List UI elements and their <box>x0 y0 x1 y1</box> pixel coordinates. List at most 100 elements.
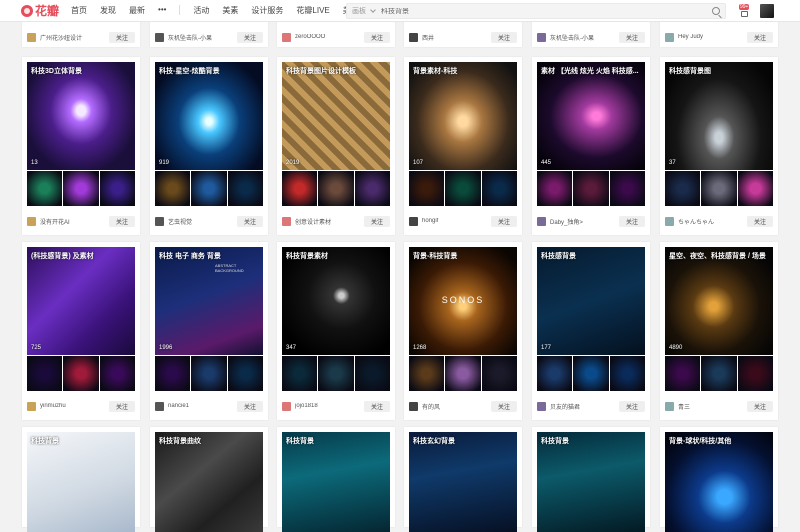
follow-button[interactable]: 关注 <box>619 215 645 227</box>
user-name[interactable]: 没有开花AI <box>40 217 109 226</box>
follow-button[interactable]: 关注 <box>109 215 135 227</box>
board-cover-image[interactable]: 星空、夜空、科技感背景 / 场景 4890 <box>665 247 773 355</box>
follow-button[interactable]: 关注 <box>237 31 263 43</box>
thumbnail[interactable] <box>155 356 191 391</box>
board-card[interactable]: 背景-科技背景 1268 SONOS 有的风 关注 <box>404 242 522 420</box>
follow-button[interactable]: 关注 <box>109 400 135 412</box>
thumbnail[interactable] <box>737 171 773 206</box>
avatar[interactable] <box>537 401 546 411</box>
search-icon[interactable] <box>712 7 720 15</box>
board-card[interactable]: zeroOOOO 关注 <box>277 20 395 47</box>
thumbnail[interactable] <box>537 171 573 206</box>
thumbnail[interactable] <box>445 356 481 391</box>
thumbnail[interactable] <box>609 356 645 391</box>
board-card[interactable]: (科技感背景) 及素材 725 yinmuzhu 关注 <box>22 242 140 420</box>
user-name[interactable]: 青三 <box>678 402 747 411</box>
user-name[interactable]: 创意设计素材 <box>295 217 364 226</box>
follow-button[interactable]: 关注 <box>364 215 390 227</box>
board-cover-image[interactable]: 科技感背景图 37 <box>665 62 773 170</box>
thumbnail[interactable] <box>191 356 227 391</box>
avatar[interactable] <box>665 32 674 42</box>
thumbnail[interactable] <box>701 171 737 206</box>
board-card[interactable]: 科技感背景图 37 ちゃんちゃん 关注 <box>660 57 778 235</box>
board-card[interactable]: 科技 电子 商务 背景 1996 ABSTRACT BACKGROUND nancie… <box>150 242 268 420</box>
thumbnail[interactable] <box>191 171 227 206</box>
follow-button[interactable]: 关注 <box>237 400 263 412</box>
board-card[interactable]: 科技背景图片设计模板 2019 创意设计素材 关注 <box>277 57 395 235</box>
nav-activities[interactable]: 活动 <box>193 5 209 16</box>
thumbnail[interactable] <box>27 171 63 206</box>
thumbnail[interactable] <box>155 171 191 206</box>
nav-meisu[interactable]: 美素 <box>222 5 238 16</box>
board-card[interactable]: 科技3D立体背景 13 没有开花AI 关注 <box>22 57 140 235</box>
follow-button[interactable]: 关注 <box>109 31 135 43</box>
user-name[interactable]: 灰机坠击队-小果 <box>168 33 237 42</box>
board-cover-image[interactable]: 背景-科技背景 1268 SONOS <box>409 247 517 355</box>
user-name[interactable]: ちゃんちゃん <box>678 217 747 226</box>
thumbnail[interactable] <box>63 356 99 391</box>
avatar[interactable] <box>409 32 418 42</box>
user-name[interactable]: 西井 <box>422 33 491 42</box>
avatar[interactable] <box>665 401 674 411</box>
avatar[interactable] <box>155 401 164 411</box>
thumbnail[interactable] <box>318 171 354 206</box>
avatar[interactable] <box>537 32 546 42</box>
nav-design-service[interactable]: 设计服务 <box>251 5 283 16</box>
board-cover-image[interactable]: 科技背景 <box>282 432 390 532</box>
search-input[interactable] <box>381 7 681 15</box>
avatar[interactable] <box>155 32 164 42</box>
thumbnail[interactable] <box>282 356 318 391</box>
follow-button[interactable]: 关注 <box>491 400 517 412</box>
follow-button[interactable]: 关注 <box>619 400 645 412</box>
follow-button[interactable]: 关注 <box>747 31 773 43</box>
nav-live[interactable]: 花瓣LIVE <box>296 5 329 16</box>
board-card[interactable]: 灰机坠击队-小果 关注 <box>150 20 268 47</box>
board-cover-image[interactable]: 科技3D立体背景 13 <box>27 62 135 170</box>
thumbnail[interactable] <box>227 356 263 391</box>
chevron-down-icon[interactable] <box>370 6 376 13</box>
follow-button[interactable]: 关注 <box>619 31 645 43</box>
thumbnail[interactable] <box>573 356 609 391</box>
nav-latest[interactable]: 最新 <box>129 5 145 16</box>
follow-button[interactable]: 关注 <box>747 400 773 412</box>
board-card[interactable]: 科技背景素材 347 jojo1818 关注 <box>277 242 395 420</box>
user-name[interactable]: 贝友的猫君 <box>550 402 619 411</box>
follow-button[interactable]: 关注 <box>364 31 390 43</box>
avatar[interactable] <box>665 216 674 226</box>
avatar[interactable] <box>155 216 164 226</box>
board-card[interactable]: 背景素材-科技 107 hongif 关注 <box>404 57 522 235</box>
board-card[interactable]: 科技背景 <box>532 427 650 532</box>
board-card[interactable]: 背景-球状/科技/其他 <box>660 427 778 532</box>
avatar[interactable] <box>409 401 418 411</box>
user-name[interactable]: nancie1 <box>168 403 237 409</box>
thumbnail[interactable] <box>573 171 609 206</box>
thumbnail[interactable] <box>99 356 135 391</box>
follow-button[interactable]: 关注 <box>491 215 517 227</box>
follow-button[interactable]: 关注 <box>491 31 517 43</box>
thumbnail[interactable] <box>665 356 701 391</box>
user-name[interactable]: 艺虫视觉 <box>168 217 237 226</box>
avatar[interactable] <box>409 216 418 226</box>
board-card[interactable]: 科技背景曲纹 <box>150 427 268 532</box>
nav-discover[interactable]: 发现 <box>100 5 116 16</box>
thumbnail[interactable] <box>445 171 481 206</box>
nav-home[interactable]: 首页 <box>71 5 87 16</box>
thumbnail[interactable] <box>481 356 517 391</box>
board-card[interactable]: 灰机坠击队-小果 关注 <box>532 20 650 47</box>
board-cover-image[interactable]: 科技背景素材 347 <box>282 247 390 355</box>
board-cover-image[interactable]: 科技 电子 商务 背景 1996 ABSTRACT BACKGROUND <box>155 247 263 355</box>
avatar[interactable] <box>282 401 291 411</box>
board-cover-image[interactable]: 科技背景 <box>27 432 135 532</box>
follow-button[interactable]: 关注 <box>747 215 773 227</box>
follow-button[interactable]: 关注 <box>364 400 390 412</box>
avatar[interactable] <box>537 216 546 226</box>
search-scope-select[interactable]: 画板 <box>352 6 366 16</box>
nav-more-icon[interactable]: ••• <box>158 5 166 16</box>
follow-button[interactable]: 关注 <box>237 215 263 227</box>
board-cover-image[interactable]: 背景-球状/科技/其他 <box>665 432 773 532</box>
avatar[interactable] <box>27 32 36 42</box>
board-card[interactable]: 科技感背景 177 贝友的猫君 关注 <box>532 242 650 420</box>
board-cover-image[interactable]: 背景素材-科技 107 <box>409 62 517 170</box>
user-name[interactable]: 灰机坠击队-小果 <box>550 33 619 42</box>
board-card[interactable]: 广州花沙纽设计 关注 <box>22 20 140 47</box>
